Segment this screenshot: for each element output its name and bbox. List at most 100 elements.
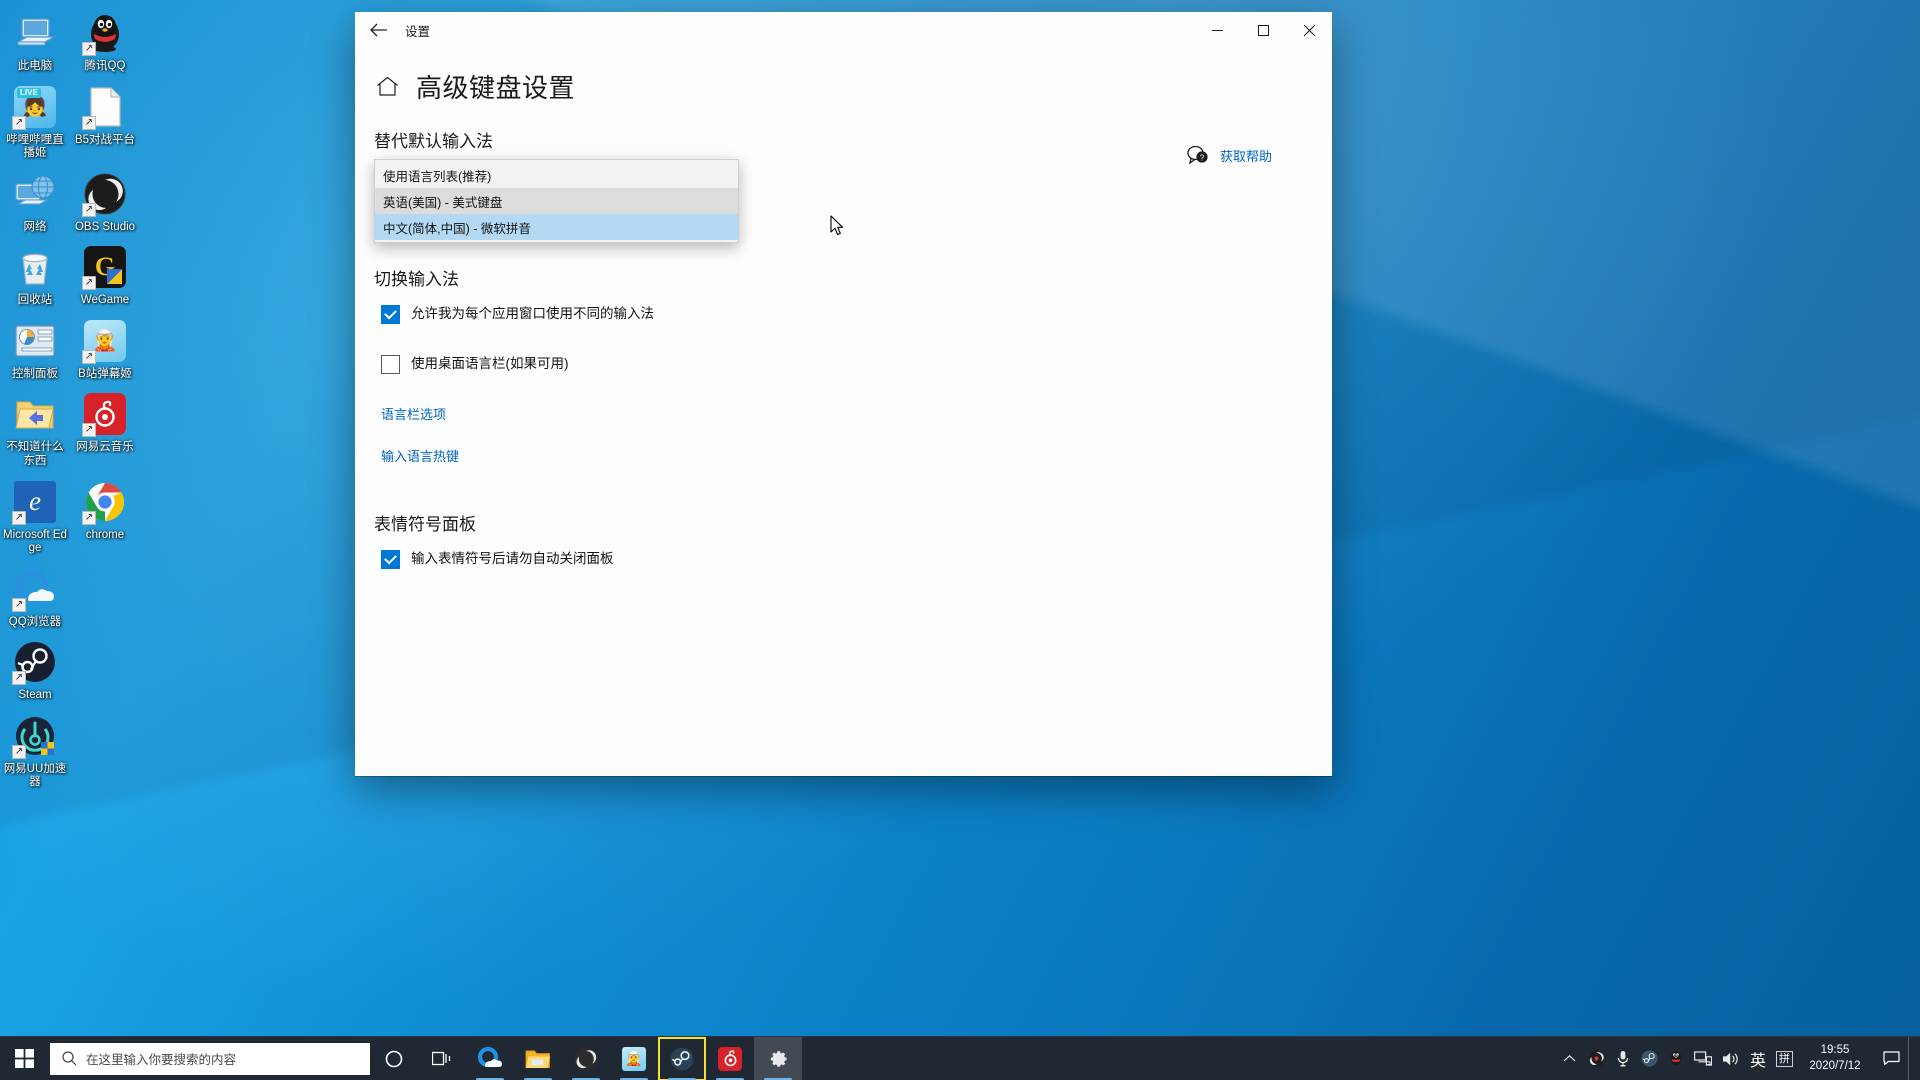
desktop-icon-tencent-qq[interactable]: ↗ 腾讯QQ — [70, 4, 140, 78]
search-placeholder-text: 在这里输入你要搜索的内容 — [86, 1053, 237, 1067]
desktop-icon-network[interactable]: 网络 — [0, 165, 70, 239]
dropdown-option-use-language-list[interactable]: 使用语言列表(推荐) — [375, 162, 738, 188]
network-icon — [12, 171, 58, 217]
system-tray: 英 拼 19:55 2020/7/12 — [1557, 1036, 1920, 1080]
window-body: 高级键盘设置 ? 获取帮助 替代默认输入法 如果需要,请选择一种与你的语言列表第… — [355, 48, 1332, 776]
desktop-icon-wegame[interactable]: G ↗ WeGame — [70, 238, 140, 312]
desktop-icon-recycle-bin[interactable]: 回收站 — [0, 238, 70, 312]
desktop-icon-this-pc[interactable]: 此电脑 — [0, 4, 70, 78]
folder-icon — [12, 391, 58, 437]
desktop-icon-obs-studio[interactable]: ↗ OBS Studio — [70, 165, 140, 239]
tray-icon-obs[interactable] — [1583, 1037, 1610, 1080]
tray-icon-microphone[interactable] — [1610, 1037, 1636, 1080]
taskbar-app-obs-studio[interactable] — [562, 1037, 610, 1080]
desktop-icon-row: LIVE 👧 ↗ 哔哩哔哩直播姬 ↗ B5对战平台 — [0, 78, 140, 165]
taskbar-app-netease-music[interactable] — [706, 1037, 754, 1080]
desktop-icon-row: 网络 ↗ OBS Studio — [0, 165, 140, 239]
chrome-icon: ↗ — [82, 479, 128, 525]
dropdown-option-label: 英语(美国) - 美式键盘 — [383, 195, 503, 210]
tray-overflow-button[interactable] — [1557, 1037, 1583, 1080]
emoji-panel-section: 表情符号面板 输入表情符号后请勿自动关闭面板 — [374, 510, 1332, 569]
desktop-icon-label: 不知道什么东西 — [6, 441, 64, 467]
netease-music-icon: ↗ — [82, 391, 128, 438]
tray-clock[interactable]: 19:55 2020/7/12 — [1798, 1037, 1874, 1080]
tray-icon-network[interactable] — [1689, 1037, 1717, 1080]
input-language-hotkeys-link[interactable]: 输入语言热键 — [381, 449, 459, 464]
per-app-ime-checkbox[interactable] — [381, 305, 400, 324]
desktop-language-bar-checkbox[interactable] — [381, 355, 400, 374]
tray-ime-mode[interactable]: 英 — [1745, 1037, 1771, 1080]
desktop-icon-label: B5对战平台 — [74, 133, 136, 146]
checkbox-row-keep-emoji-panel-open[interactable]: 输入表情符号后请勿自动关闭面板 — [381, 549, 1332, 569]
shortcut-arrow-icon: ↗ — [82, 202, 96, 217]
switch-ime-section: 切换输入法 允许我为每个应用窗口使用不同的输入法 使用桌面语言栏(如果可用) 语… — [374, 265, 1332, 466]
window-title: 设置 — [405, 24, 431, 39]
desktop-icon-netease-uu[interactable]: ↗ 网易UU加速器 — [0, 707, 70, 794]
qq-penguin-icon: ↗ — [82, 10, 128, 56]
desktop-icon-row: 控制面板 🧝 ↗ B站弹幕姬 — [0, 312, 140, 386]
maximize-button[interactable] — [1240, 12, 1286, 48]
cortana-button[interactable] — [370, 1037, 418, 1080]
keep-emoji-panel-open-label: 输入表情符号后请勿自动关闭面板 — [411, 551, 614, 566]
show-desktop-button[interactable] — [1908, 1036, 1916, 1080]
shortcut-arrow-icon: ↗ — [82, 42, 96, 56]
dropdown-option-chinese-simplified[interactable]: 中文(简体,中国) - 微软拼音 — [375, 214, 738, 240]
window-title-bar: 设置 — [355, 12, 1332, 48]
task-view-icon — [432, 1051, 451, 1066]
taskbar-app-bilibili-danmaku[interactable]: 🧝 — [610, 1037, 658, 1080]
desktop-icon-microsoft-edge[interactable]: e ↗ Microsoft Edge — [0, 473, 70, 560]
desktop-icon-qq-browser[interactable]: ↗ QQ浏览器 — [0, 560, 70, 634]
action-center-button[interactable] — [1874, 1037, 1908, 1080]
tray-icon-volume[interactable] — [1717, 1037, 1745, 1080]
steam-icon: ↗ — [12, 639, 58, 686]
desktop-icon-bilibili-danmaku[interactable]: 🧝 ↗ B站弹幕姬 — [70, 312, 140, 386]
close-icon — [1303, 24, 1315, 36]
volume-tray-icon — [1722, 1052, 1738, 1065]
minimize-button[interactable] — [1194, 12, 1240, 48]
start-button[interactable] — [0, 1037, 48, 1080]
desktop-icon-control-panel[interactable]: 控制面板 — [0, 312, 70, 386]
override-section-heading: 替代默认输入法 — [374, 132, 493, 151]
desktop-icon-netease-music[interactable]: ↗ 网易云音乐 — [70, 385, 140, 472]
tray-icon-qq[interactable] — [1663, 1037, 1689, 1080]
task-view-button[interactable] — [418, 1037, 466, 1080]
checkbox-row-per-app-ime[interactable]: 允许我为每个应用窗口使用不同的输入法 — [381, 304, 1332, 324]
taskbar-app-settings[interactable] — [754, 1036, 802, 1080]
title-bar-drag-area[interactable] — [430, 12, 1194, 48]
desktop-icon-label: 网易云音乐 — [76, 441, 134, 454]
close-button[interactable] — [1286, 12, 1332, 48]
taskbar-search-box[interactable]: 在这里输入你要搜索的内容 — [50, 1042, 370, 1075]
taskbar-app-steam[interactable] — [658, 1037, 706, 1080]
tray-ime-pinyin[interactable]: 拼 — [1771, 1037, 1798, 1080]
obs-studio-taskbar-icon — [574, 1047, 598, 1070]
desktop-icon-b5-platform[interactable]: ↗ B5对战平台 — [70, 78, 140, 165]
desktop-icon-row: 此电脑 ↗ 腾讯QQ — [0, 4, 140, 78]
bilibili-danmaku-taskbar-icon: 🧝 — [622, 1046, 646, 1071]
language-bar-options-link[interactable]: 语言栏选项 — [381, 407, 446, 422]
keep-emoji-panel-open-checkbox[interactable] — [381, 550, 400, 569]
desktop-icon-row: 不知道什么东西 ↗ 网易云音乐 — [0, 385, 140, 472]
home-icon[interactable] — [374, 74, 400, 100]
desktop-icon-chrome[interactable]: ↗ chrome — [70, 473, 140, 560]
ime-dropdown-list[interactable]: 使用语言列表(推荐) 英语(美国) - 美式键盘 中文(简体,中国) - 微软拼… — [374, 159, 739, 243]
desktop-icon-label: chrome — [85, 528, 125, 541]
desktop-icon-label: Microsoft Edge — [3, 528, 67, 555]
checkbox-row-desktop-language-bar[interactable]: 使用桌面语言栏(如果可用) — [381, 354, 1332, 374]
taskbar-app-file-explorer[interactable] — [514, 1037, 562, 1080]
shortcut-arrow-icon: ↗ — [12, 744, 26, 759]
desktop-icon-row: ↗ QQ浏览器 — [0, 560, 140, 634]
obs-tray-icon — [1588, 1050, 1605, 1067]
taskbar-app-qq-browser[interactable] — [466, 1037, 514, 1080]
computer-icon — [12, 10, 58, 56]
tray-time: 19:55 — [1820, 1043, 1850, 1056]
back-button[interactable] — [355, 12, 401, 48]
shortcut-arrow-icon: ↗ — [12, 115, 26, 130]
desktop-icon-unknown-folder[interactable]: 不知道什么东西 — [0, 385, 70, 472]
dropdown-option-english-us[interactable]: 英语(美国) - 美式键盘 — [375, 188, 738, 214]
shortcut-arrow-icon: ↗ — [12, 671, 26, 686]
wegame-icon: G ↗ — [82, 244, 128, 291]
desktop-icon-steam[interactable]: ↗ Steam — [0, 633, 70, 707]
windows-start-icon — [14, 1049, 34, 1068]
desktop-icon-bilibili-live[interactable]: LIVE 👧 ↗ 哔哩哔哩直播姬 — [0, 78, 70, 165]
tray-icon-steam[interactable] — [1636, 1037, 1663, 1080]
